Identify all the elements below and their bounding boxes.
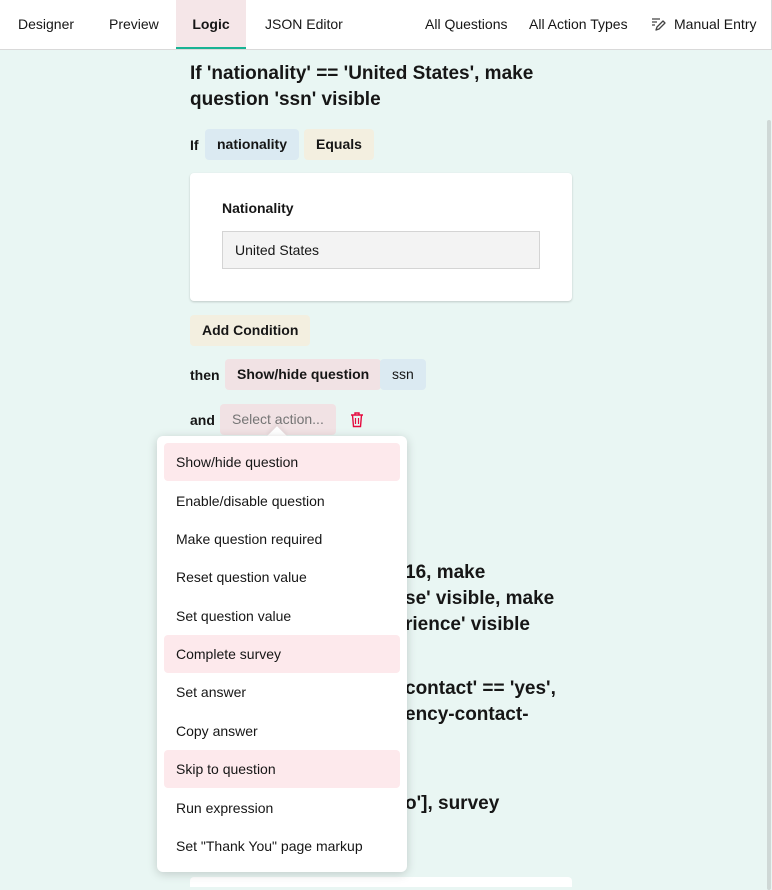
- condition-value-card: Nationality United States: [190, 173, 572, 301]
- scrollbar-thumb[interactable]: [767, 120, 771, 890]
- dropdown-item-run-expression[interactable]: Run expression: [164, 789, 400, 827]
- condition-operator-selector[interactable]: Equals: [304, 129, 374, 160]
- rule-title-partial: o'], survey: [405, 791, 499, 817]
- dropdown-item-skip-to-question[interactable]: Skip to question: [164, 750, 400, 788]
- question-title: Nationality: [222, 200, 294, 216]
- dropdown-item-set-question-value[interactable]: Set question value: [164, 597, 400, 635]
- all-questions-filter[interactable]: All Questions: [425, 0, 507, 49]
- action-type-selector[interactable]: Show/hide question: [225, 359, 382, 390]
- dropdown-item-enable-disable-question[interactable]: Enable/disable question: [164, 482, 400, 520]
- next-rule-card: [190, 877, 572, 887]
- tab-preview[interactable]: Preview: [99, 0, 169, 49]
- manual-entry-icon[interactable]: [650, 16, 666, 32]
- rule-title-line: 16, make: [405, 562, 486, 583]
- rule-title-partial: se' visible, make: [405, 586, 554, 612]
- and-label: and: [190, 412, 215, 428]
- tab-json-editor[interactable]: JSON Editor: [255, 0, 353, 49]
- rule-title: If 'nationality' == 'United States', mak…: [190, 61, 533, 113]
- tab-designer[interactable]: Designer: [8, 0, 84, 49]
- manual-entry-button[interactable]: Manual Entry: [674, 0, 756, 49]
- action-type-dropdown: Show/hide question Enable/disable questi…: [157, 436, 407, 872]
- dropdown-item-make-question-required[interactable]: Make question required: [164, 520, 400, 558]
- all-action-types-filter[interactable]: All Action Types: [529, 0, 628, 49]
- dropdown-item-complete-survey[interactable]: Complete survey: [164, 635, 400, 673]
- tab-logic[interactable]: Logic: [176, 0, 246, 49]
- dropdown-item-copy-answer[interactable]: Copy answer: [164, 712, 400, 750]
- add-condition-button[interactable]: Add Condition: [190, 315, 311, 346]
- rule-title-partial: contact' == 'yes',: [405, 676, 556, 702]
- then-label: then: [190, 367, 220, 383]
- scrollbar[interactable]: [766, 50, 772, 890]
- dropdown-item-set-answer[interactable]: Set answer: [164, 673, 400, 711]
- rule-title-line: If 'nationality' == 'United States', mak…: [190, 63, 534, 84]
- rule-title-partial: rience' visible: [405, 612, 530, 638]
- rule-title-line: rience' visible: [405, 614, 530, 635]
- target-question-selector[interactable]: ssn: [380, 359, 426, 390]
- dropdown-item-thank-you-page-markup[interactable]: Set "Thank You" page markup: [164, 827, 400, 865]
- delete-action-icon[interactable]: [349, 411, 365, 428]
- dropdown-item-reset-question-value[interactable]: Reset question value: [164, 558, 400, 596]
- top-toolbar: Designer Preview Logic JSON Editor All Q…: [0, 0, 772, 50]
- nationality-value-input[interactable]: United States: [222, 231, 540, 269]
- rule-title-line: se' visible, make: [405, 588, 555, 609]
- condition-question-selector[interactable]: nationality: [205, 129, 300, 160]
- rule-title-line: question 'ssn' visible: [190, 89, 381, 110]
- if-label: If: [190, 137, 199, 153]
- rule-title-partial: ency-contact-: [405, 702, 529, 728]
- rule-title-line: ency-contact-: [405, 704, 529, 725]
- rule-title-partial: 16, make: [405, 560, 485, 586]
- rule-title-line: o'], survey: [405, 793, 500, 814]
- rule-title-line: contact' == 'yes',: [405, 678, 556, 699]
- dropdown-item-show-hide-question[interactable]: Show/hide question: [164, 443, 400, 481]
